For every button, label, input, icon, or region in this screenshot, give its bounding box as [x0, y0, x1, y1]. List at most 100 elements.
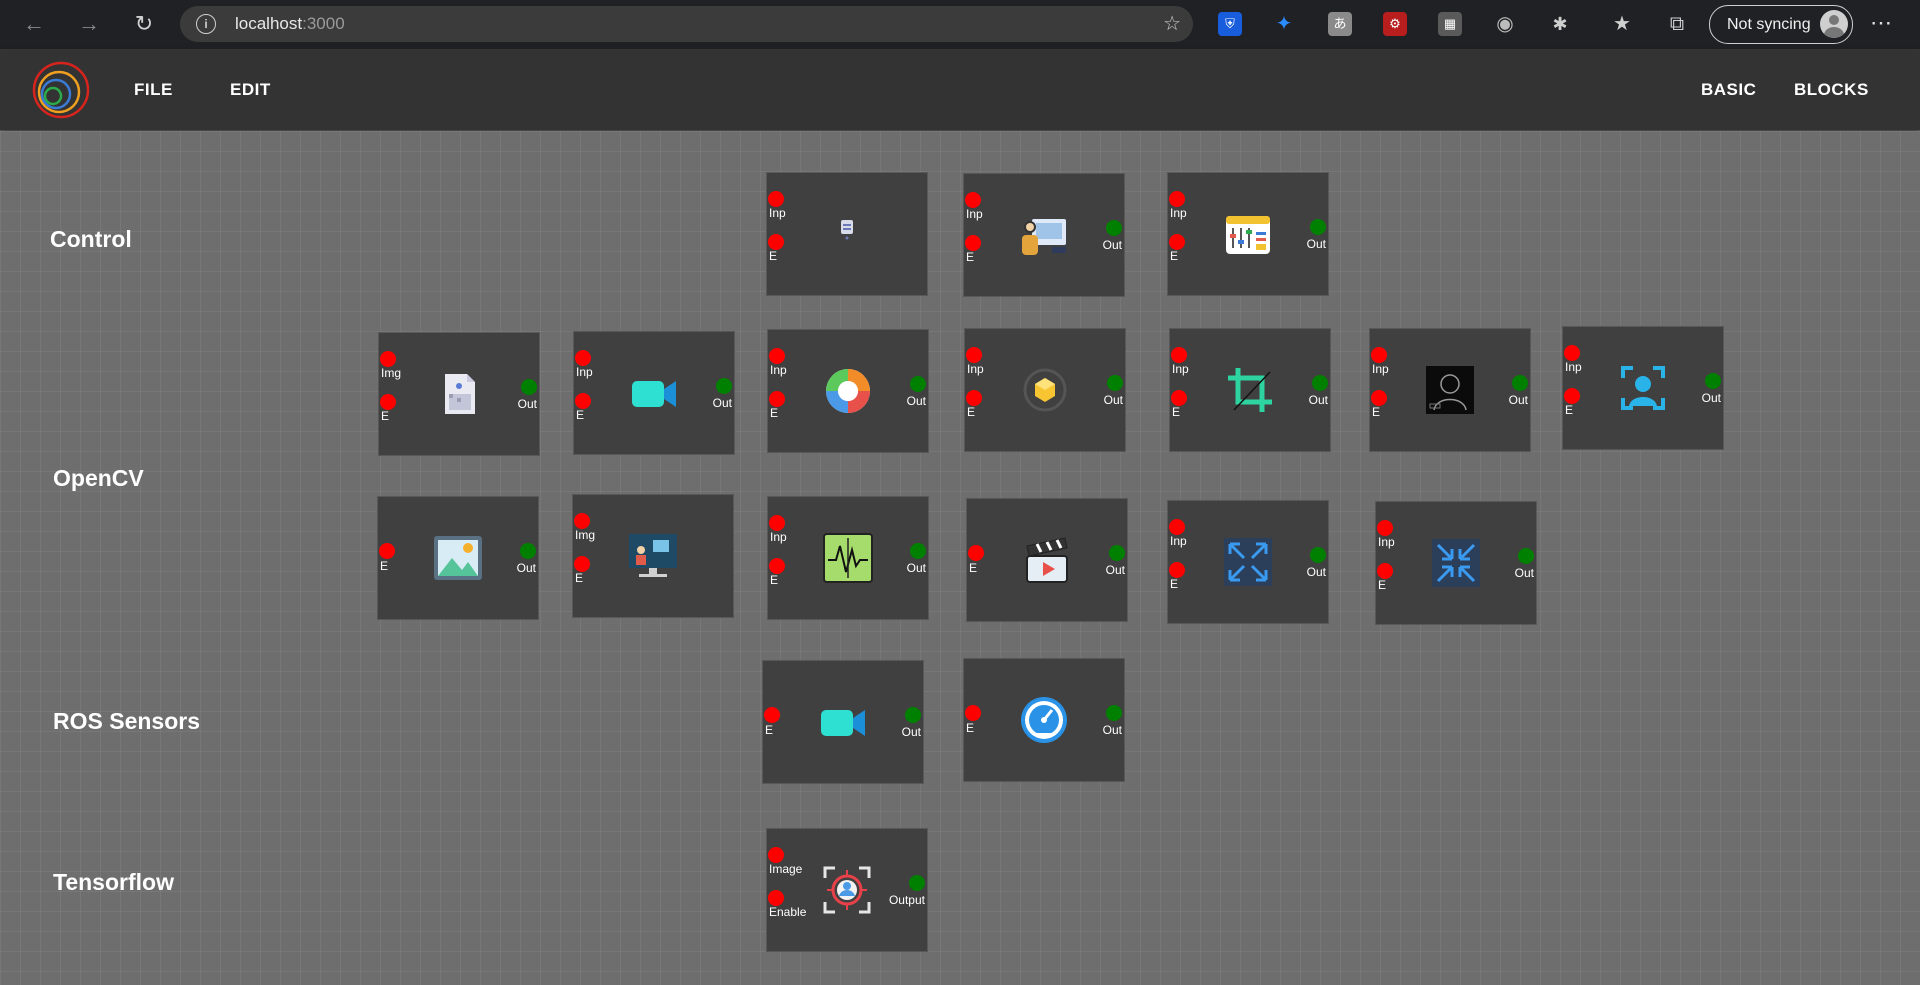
block-canvas[interactable]: Control OpenCV ROS Sensors Tensorflow In…: [0, 131, 1920, 985]
block-node[interactable]: Inp E Out: [964, 328, 1126, 452]
input-port[interactable]: [768, 890, 784, 906]
input-port[interactable]: [1371, 347, 1387, 363]
favorites-icon[interactable]: ★: [1610, 12, 1634, 36]
input-port[interactable]: [768, 191, 784, 207]
block-node[interactable]: E Out: [377, 496, 539, 620]
input-port-label: Inp: [770, 363, 787, 377]
input-port[interactable]: [1564, 345, 1580, 361]
block-node[interactable]: Inp E Out: [573, 331, 735, 455]
input-port[interactable]: [768, 847, 784, 863]
input-port[interactable]: [380, 351, 396, 367]
input-port[interactable]: [769, 348, 785, 364]
address-bar[interactable]: i localhost:3000 ☆: [180, 6, 1193, 42]
input-port[interactable]: [769, 558, 785, 574]
edit-menu-button[interactable]: EDIT: [230, 80, 271, 100]
block-node[interactable]: Inp E Out: [1167, 500, 1329, 624]
collections-icon[interactable]: ⧉: [1665, 12, 1689, 36]
input-port[interactable]: [380, 394, 396, 410]
input-port[interactable]: [968, 545, 984, 561]
output-port[interactable]: [521, 379, 537, 395]
input-port-label: Inp: [1172, 362, 1189, 376]
input-port[interactable]: [1564, 388, 1580, 404]
output-port[interactable]: [1310, 547, 1326, 563]
password-manager-icon[interactable]: ⛨: [1218, 12, 1242, 36]
chip-extension-icon[interactable]: ▦: [1438, 12, 1462, 36]
output-port[interactable]: [1106, 705, 1122, 721]
blocks-menu-button[interactable]: BLOCKS: [1794, 80, 1869, 100]
kanji-extension-icon[interactable]: あ: [1328, 12, 1352, 36]
block-node[interactable]: Inp E Out: [1375, 501, 1537, 625]
output-port[interactable]: [910, 376, 926, 392]
input-port[interactable]: [1171, 390, 1187, 406]
forward-arrow-icon[interactable]: →: [75, 10, 103, 38]
basic-menu-button[interactable]: BASIC: [1701, 80, 1756, 100]
output-port[interactable]: [716, 378, 732, 394]
back-arrow-icon[interactable]: ←: [20, 10, 48, 38]
file-menu-button[interactable]: FILE: [134, 80, 173, 100]
output-port[interactable]: [910, 543, 926, 559]
output-port[interactable]: [1109, 545, 1125, 561]
output-port[interactable]: [1518, 548, 1534, 564]
block-node[interactable]: Inp E Out: [963, 173, 1125, 297]
input-port[interactable]: [768, 234, 784, 250]
input-port[interactable]: [575, 393, 591, 409]
block-node[interactable]: Inp E Out: [1169, 328, 1331, 452]
input-port[interactable]: [1169, 519, 1185, 535]
output-port[interactable]: [1310, 219, 1326, 235]
extensions-puzzle-icon[interactable]: ✱: [1548, 12, 1572, 36]
output-port[interactable]: [1512, 375, 1528, 391]
input-port[interactable]: [965, 705, 981, 721]
input-port[interactable]: [1377, 520, 1393, 536]
input-port[interactable]: [1169, 562, 1185, 578]
output-port[interactable]: [909, 875, 925, 891]
output-port[interactable]: [1106, 220, 1122, 236]
input-port[interactable]: [966, 347, 982, 363]
input-port[interactable]: [574, 556, 590, 572]
input-port[interactable]: [769, 391, 785, 407]
output-port[interactable]: [520, 543, 536, 559]
block-node[interactable]: Inp E Out: [1369, 328, 1531, 452]
input-port-label: E: [1172, 405, 1181, 419]
input-port[interactable]: [764, 707, 780, 723]
add-favorite-icon[interactable]: ☆: [1163, 6, 1181, 42]
globe-extension-icon[interactable]: ◉: [1493, 12, 1517, 36]
block-node[interactable]: Inp E Out: [767, 496, 929, 620]
input-port[interactable]: [1169, 191, 1185, 207]
input-port-label: E: [770, 406, 779, 420]
block-node[interactable]: Img E: [572, 494, 734, 618]
site-info-icon[interactable]: i: [196, 14, 216, 34]
red-extension-icon[interactable]: ⚙: [1383, 12, 1407, 36]
input-port[interactable]: [966, 390, 982, 406]
input-port[interactable]: [1371, 390, 1387, 406]
input-port[interactable]: [965, 192, 981, 208]
output-port-label: Out: [517, 397, 537, 411]
input-port[interactable]: [574, 513, 590, 529]
input-port[interactable]: [965, 235, 981, 251]
input-port-label: E: [1170, 249, 1179, 263]
block-node[interactable]: Inp E: [766, 172, 928, 296]
block-node[interactable]: Inp E Out: [767, 329, 929, 453]
sparkle-extension-icon[interactable]: ✦: [1272, 12, 1296, 36]
output-port[interactable]: [1705, 373, 1721, 389]
more-menu-icon[interactable]: ⋯: [1870, 10, 1892, 36]
block-node[interactable]: Inp E Out: [1167, 172, 1329, 296]
input-port[interactable]: [575, 350, 591, 366]
block-node[interactable]: Inp E Out: [1562, 326, 1724, 450]
refresh-icon[interactable]: ↻: [130, 10, 158, 38]
input-port[interactable]: [379, 543, 395, 559]
input-port[interactable]: [1169, 234, 1185, 250]
input-port[interactable]: [769, 515, 785, 531]
block-node[interactable]: Image Enable Output: [766, 828, 928, 952]
output-port[interactable]: [1107, 375, 1123, 391]
app-logo-icon[interactable]: [32, 61, 90, 119]
output-port[interactable]: [1312, 375, 1328, 391]
block-node[interactable]: E Out: [762, 660, 924, 784]
input-port[interactable]: [1377, 563, 1393, 579]
profile-sync-button[interactable]: Not syncing: [1709, 5, 1853, 44]
input-port[interactable]: [1171, 347, 1187, 363]
input-port-label: Inp: [967, 362, 984, 376]
output-port[interactable]: [905, 707, 921, 723]
block-node[interactable]: E Out: [966, 498, 1128, 622]
block-node[interactable]: E Out: [963, 658, 1125, 782]
block-node[interactable]: Img E Out: [378, 332, 540, 456]
